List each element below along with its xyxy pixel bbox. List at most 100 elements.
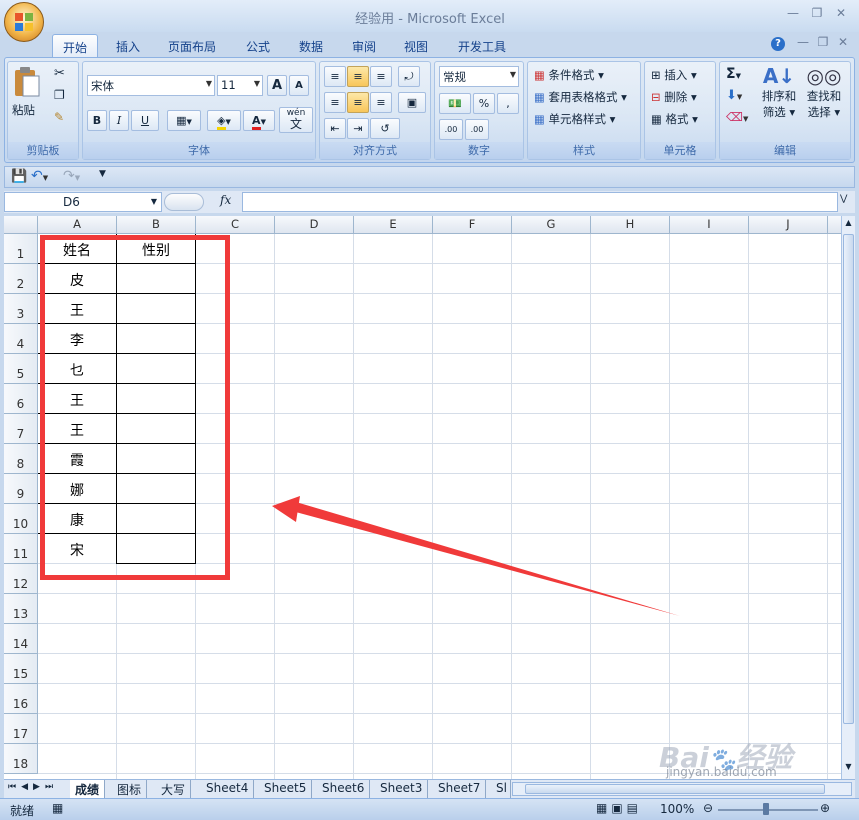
format-cells-button[interactable]: ▦ 格式 ▾ (651, 111, 698, 127)
sheet-tab-7[interactable]: Sheet3 (375, 780, 429, 798)
align-center-button[interactable]: ≡ (347, 92, 369, 113)
sheet-tab-6[interactable]: Sheet6 (317, 780, 371, 798)
zoom-out-icon[interactable]: ⊖ (703, 801, 713, 815)
align-left-button[interactable]: ≡ (324, 92, 346, 113)
wrap-text-button[interactable]: ↺ (370, 118, 400, 139)
percent-button[interactable]: % (473, 93, 495, 114)
comma-button[interactable]: , (497, 93, 519, 114)
decrease-indent-button[interactable]: ⇤ (324, 118, 346, 139)
delete-cells-button[interactable]: ⊟ 删除 ▾ (651, 89, 697, 105)
increase-decimal-button[interactable]: .00 (439, 119, 463, 140)
scroll-thumb[interactable] (843, 234, 854, 724)
horizontal-scrollbar[interactable] (512, 782, 852, 796)
cell-styles-button[interactable]: ▦ 单元格样式 ▾ (534, 111, 615, 127)
tab-insert[interactable]: 插入 (106, 34, 150, 58)
tab-view[interactable]: 视图 (394, 34, 438, 58)
insert-cells-button[interactable]: ⊞ 插入 ▾ (651, 67, 697, 83)
fill-color-button[interactable]: ◈▼ (207, 110, 241, 131)
scroll-up-icon[interactable]: ▲ (843, 218, 854, 232)
sort-filter-button[interactable]: A↓ 排序和 筛选 ▾ (758, 64, 800, 140)
currency-button[interactable]: 💵 (439, 93, 471, 114)
copy-icon[interactable]: ❐ (54, 88, 65, 102)
view-mode-icons[interactable]: ▦▣▤ (596, 801, 642, 815)
zoom-in-icon[interactable]: ⊕ (820, 801, 830, 815)
formula-resize-handle[interactable] (164, 193, 204, 211)
border-button[interactable]: ▦▼ (167, 110, 201, 131)
office-logo-icon (15, 13, 33, 31)
align-right-button[interactable]: ≡ (370, 92, 392, 113)
font-size-select[interactable]: 11 ▼ (217, 75, 263, 96)
merge-center-button[interactable]: ▣ (398, 92, 426, 113)
clear-icon[interactable]: ⌫▼ (726, 110, 748, 124)
increase-indent-button[interactable]: ⇥ (347, 118, 369, 139)
sheet-tab-4[interactable]: Sheet4 (201, 780, 255, 798)
insert-function-icon[interactable]: fx (220, 193, 231, 207)
font-color-button[interactable]: A▼ (243, 110, 275, 131)
help-icon[interactable]: ? (771, 37, 785, 51)
bold-button[interactable]: B (87, 110, 107, 131)
tab-developer[interactable]: 开发工具 (448, 34, 516, 58)
tab-formulas[interactable]: 公式 (236, 34, 280, 58)
fill-icon[interactable]: ⬇▼ (726, 88, 742, 103)
decrease-decimal-button[interactable]: .00 (465, 119, 489, 140)
zoom-level[interactable]: 100% (660, 802, 694, 816)
tab-home[interactable]: 开始 (52, 34, 99, 58)
conditional-format-button[interactable]: ▦ 条件格式 ▾ (534, 67, 604, 83)
ribbon-minimize-button[interactable]: — (792, 35, 814, 53)
paste-button[interactable]: 粘贴 (12, 66, 42, 122)
number-format-select[interactable]: 常规 ▼ (439, 66, 519, 87)
macro-record-icon[interactable]: ▦ (52, 801, 63, 815)
italic-button[interactable]: I (109, 110, 129, 131)
orientation-button[interactable]: ⤾ (398, 66, 420, 87)
close-button[interactable]: ✕ (830, 6, 852, 24)
table-format-icon: ▦ (534, 90, 545, 104)
restore-button[interactable]: ❐ (806, 6, 828, 24)
scroll-down-icon[interactable]: ▼ (843, 762, 854, 776)
sheet-tab-8[interactable]: Sheet7 (433, 780, 487, 798)
font-color-icon: A (252, 114, 261, 130)
redo-icon[interactable]: ↷▼ (63, 168, 80, 184)
expand-formula-icon[interactable]: ⋁ (840, 194, 847, 204)
zoom-slider-thumb[interactable] (763, 803, 769, 815)
underline-button[interactable]: U (131, 110, 159, 131)
vertical-scrollbar[interactable]: ▲ ▼ (841, 216, 855, 779)
phonetic-char: 文 (289, 117, 302, 131)
sheet-tab-2[interactable]: 图标 (112, 780, 148, 798)
save-icon[interactable]: 💾 (11, 169, 27, 184)
autosum-icon[interactable]: Σ▼ (726, 66, 741, 82)
sheet-tab-1[interactable]: 成绩 (70, 780, 106, 798)
formula-input[interactable] (242, 192, 838, 212)
sheet-nav-icon[interactable]: ⏮◀▶⏭ (8, 782, 58, 792)
ribbon-close-button[interactable]: ✕ (832, 35, 854, 53)
cut-icon[interactable]: ✂ (54, 66, 65, 81)
worksheet-grid[interactable]: A B C D E F G H I J 1 2 3 4 5 6 7 8 9 10… (4, 216, 841, 779)
sheet-tab-9[interactable]: Sl (491, 780, 511, 798)
minimize-button[interactable]: — (782, 6, 804, 24)
hscroll-thumb[interactable] (525, 784, 825, 794)
format-painter-icon[interactable]: ✎ (54, 110, 64, 124)
tab-page-layout[interactable]: 页面布局 (158, 34, 226, 58)
find-select-button[interactable]: ◎◎ 查找和 选择 ▾ (802, 64, 846, 140)
align-top-button[interactable]: ≡ (324, 66, 346, 87)
status-bar: 就绪 ▦ ▦▣▤ 100% ⊖ ⊕ (0, 798, 859, 820)
tab-data[interactable]: 数据 (289, 34, 333, 58)
ribbon-restore-button[interactable]: ❐ (812, 35, 834, 53)
name-box[interactable]: D6 ▼ (4, 192, 162, 212)
undo-icon[interactable]: ↶▼ (31, 168, 48, 184)
sheet-tab-3[interactable]: 大写 (156, 780, 192, 798)
sort-filter-icon: A↓ (762, 64, 796, 88)
find-label-2: 选择 ▾ (807, 105, 841, 119)
office-button[interactable] (4, 2, 44, 42)
align-middle-button[interactable]: ≡ (347, 66, 369, 87)
sheet-tab-5[interactable]: Sheet5 (259, 780, 313, 798)
shrink-font-button[interactable]: A (289, 75, 309, 96)
tab-review[interactable]: 审阅 (342, 34, 386, 58)
window-title: 经验用 - Microsoft Excel (355, 12, 505, 27)
grow-font-button[interactable]: A (267, 75, 287, 96)
delete-cells-icon: ⊟ (651, 90, 661, 104)
font-name-select[interactable]: 宋体 ▼ (87, 75, 215, 96)
format-as-table-button[interactable]: ▦ 套用表格格式 ▾ (534, 89, 627, 105)
align-bottom-button[interactable]: ≡ (370, 66, 392, 87)
customize-qat-icon[interactable]: ▼ (99, 169, 106, 179)
phonetic-button[interactable]: wén 文 (279, 107, 313, 133)
